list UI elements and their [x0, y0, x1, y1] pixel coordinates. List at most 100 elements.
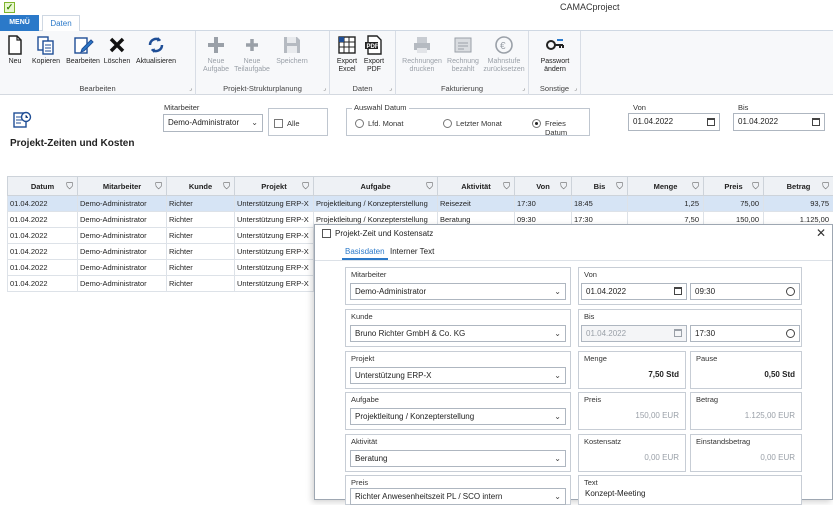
radio-freies-datum-label: Freies Datum	[545, 119, 589, 137]
filter-funnel-icon[interactable]: ⛉	[426, 181, 433, 192]
column-header[interactable]: Preis⛉	[704, 177, 764, 196]
dialog-projekt-select[interactable]: Unterstützung ERP-X ⌄	[350, 367, 566, 384]
radio-letzter-monat[interactable]	[443, 119, 452, 128]
filter-funnel-icon[interactable]: ⛉	[302, 181, 309, 192]
auswahl-datum-box: Auswahl Datum Lfd. Monat Letzter Monat F…	[346, 108, 590, 136]
dialog-von-time[interactable]: 09:30	[690, 283, 800, 300]
filter-funnel-icon[interactable]: ⛉	[66, 181, 73, 192]
edit-button[interactable]: Bearbeiten	[64, 34, 102, 66]
invoice-paid-button[interactable]: Rechnung bezahlt	[444, 34, 482, 74]
dialog-kunde-select[interactable]: Bruno Richter GmbH & Co. KG ⌄	[350, 325, 566, 342]
new-subtask-button[interactable]: Neue Teilaufgabe	[232, 34, 272, 74]
filter-funnel-icon[interactable]: ⛉	[822, 181, 829, 192]
new-button[interactable]: Neu	[4, 34, 26, 66]
clock-icon[interactable]	[786, 329, 795, 338]
table-cell: Demo-Administrator	[78, 196, 167, 212]
tab-interner-text[interactable]: Interner Text	[387, 246, 437, 260]
dialog-kostensatz-value: 0,00 EUR	[644, 453, 679, 462]
dialog-projekt-label: Projekt	[351, 354, 374, 363]
dialog-menge-input[interactable]: 7,50 Std	[581, 367, 683, 384]
filter-funnel-icon[interactable]: ⛉	[692, 181, 699, 192]
column-header-label: Mitarbeiter	[103, 182, 141, 191]
window-title: CAMACproject	[560, 2, 620, 12]
dialog-bis-time[interactable]: 17:30	[690, 325, 800, 342]
table-row[interactable]: 01.04.2022Demo-AdministratorRichterUnter…	[8, 196, 833, 212]
dialog-pause-input[interactable]: 0,50 Std	[693, 367, 799, 384]
close-icon[interactable]: ✕	[816, 226, 826, 240]
export-excel-button[interactable]: Export Excel	[334, 34, 360, 74]
group-daten: Export Excel PDF Export PDF Daten ⌟	[330, 31, 396, 95]
filter-funnel-icon[interactable]: ⛉	[616, 181, 623, 192]
change-password-button[interactable]: Passwort ändern	[533, 34, 577, 74]
radio-lfd-monat[interactable]	[355, 119, 364, 128]
dialog-text-input[interactable]: Konzept-Meeting	[581, 486, 799, 503]
dialog-kostensatz-input: 0,00 EUR	[581, 450, 683, 467]
print-invoices-button[interactable]: Rechnungen drucken	[400, 34, 444, 74]
save-button-label: Speichern	[276, 58, 308, 65]
preis-field: Preis 150,00 EUR	[578, 392, 686, 430]
clock-icon[interactable]	[786, 287, 795, 296]
new-task-button[interactable]: Neue Aufgabe	[200, 34, 232, 74]
table-cell: Richter	[167, 196, 235, 212]
column-header[interactable]: Mitarbeiter ⛉	[78, 177, 167, 196]
dialog-launcher-icon[interactable]: ⌟	[522, 85, 525, 92]
table-cell: Demo-Administrator	[78, 260, 167, 276]
column-header[interactable]: Bis⛉	[572, 177, 628, 196]
calendar-icon[interactable]	[707, 118, 715, 126]
menu-button[interactable]: MENÜ	[0, 15, 39, 31]
export-excel-label-1: Export	[334, 58, 360, 66]
dialog-von-date[interactable]: 01.04.2022	[581, 283, 687, 300]
filter-funnel-icon[interactable]: ⛉	[155, 181, 162, 192]
column-header[interactable]: Betrag⛉	[764, 177, 833, 196]
dialog-launcher-icon[interactable]: ⌟	[574, 85, 577, 92]
copy-button[interactable]: Kopieren	[29, 34, 63, 66]
dialog-mitarbeiter-select[interactable]: Demo-Administrator ⌄	[350, 283, 566, 300]
radio-freies-datum[interactable]	[532, 119, 541, 128]
column-header[interactable]: Aktivität⛉	[438, 177, 515, 196]
reset-dunning-button[interactable]: € Mahnstufe zurücksetzen	[482, 34, 526, 74]
refresh-button[interactable]: Aktualisieren	[133, 34, 179, 66]
dialog-aufgabe-select[interactable]: Projektleitung / Konzepterstellung ⌄	[350, 408, 566, 425]
delete-button[interactable]: Löschen	[102, 34, 132, 66]
calendar-icon[interactable]	[812, 118, 820, 126]
dialog-launcher-icon[interactable]: ⌟	[189, 85, 192, 92]
group-label-fakturierung: Fakturierung	[396, 84, 528, 93]
alle-checkbox[interactable]	[274, 119, 283, 128]
reset-dunning-label-2: zurücksetzen	[482, 66, 526, 74]
filter-funnel-icon[interactable]: ⛉	[560, 181, 567, 192]
chevron-down-icon: ⌄	[554, 489, 561, 504]
new-subtask-label-2: Teilaufgabe	[232, 66, 272, 74]
filter-funnel-icon[interactable]: ⛉	[223, 181, 230, 192]
column-header[interactable]: Menge⛉	[628, 177, 704, 196]
column-header[interactable]: Von⛉	[515, 177, 572, 196]
tab-daten[interactable]: Daten	[42, 15, 80, 32]
von-label: Von	[633, 103, 646, 112]
export-pdf-label-1: Export	[361, 58, 387, 66]
column-header[interactable]: Projekt⛉	[235, 177, 314, 196]
dialog-launcher-icon[interactable]: ⌟	[389, 85, 392, 92]
table-cell: 75,00	[704, 196, 764, 212]
invoice-paid-icon	[452, 34, 474, 56]
dialog-bis-time-value: 17:30	[695, 329, 715, 338]
table-cell: 01.04.2022	[8, 212, 78, 228]
tab-basisdaten[interactable]: Basisdaten	[342, 246, 388, 260]
von-date-input[interactable]: 01.04.2022	[628, 113, 720, 131]
calendar-icon[interactable]	[674, 287, 682, 295]
column-header[interactable]: Aufgabe⛉	[314, 177, 438, 196]
column-header-label: Datum	[31, 182, 54, 191]
dialog-preisart-select[interactable]: Richter Anwesenheitszeit PL / SCO intern…	[350, 488, 566, 505]
mitarbeiter-select[interactable]: Demo-Administrator ⌄	[163, 114, 263, 132]
dialog-aktivitaet-select[interactable]: Beratung ⌄	[350, 450, 566, 467]
bis-date-input[interactable]: 01.04.2022	[733, 113, 825, 131]
dialog-bis-date: 01.04.2022	[581, 325, 687, 342]
printer-icon	[411, 34, 433, 56]
column-header[interactable]: Kunde⛉	[167, 177, 235, 196]
filter-funnel-icon[interactable]: ⛉	[752, 181, 759, 192]
column-header[interactable]: Datum ⛉	[8, 177, 78, 196]
dialog-launcher-icon[interactable]: ⌟	[323, 85, 326, 92]
export-pdf-button[interactable]: PDF Export PDF	[361, 34, 387, 74]
group-bearbeiten: Neu Kopieren Bearbeiten Löschen Aktualis…	[0, 31, 196, 95]
filter-funnel-icon[interactable]: ⛉	[503, 181, 510, 192]
einstandsbetrag-field: Einstandsbetrag 0,00 EUR	[690, 434, 802, 472]
save-button[interactable]: Speichern	[274, 34, 310, 66]
